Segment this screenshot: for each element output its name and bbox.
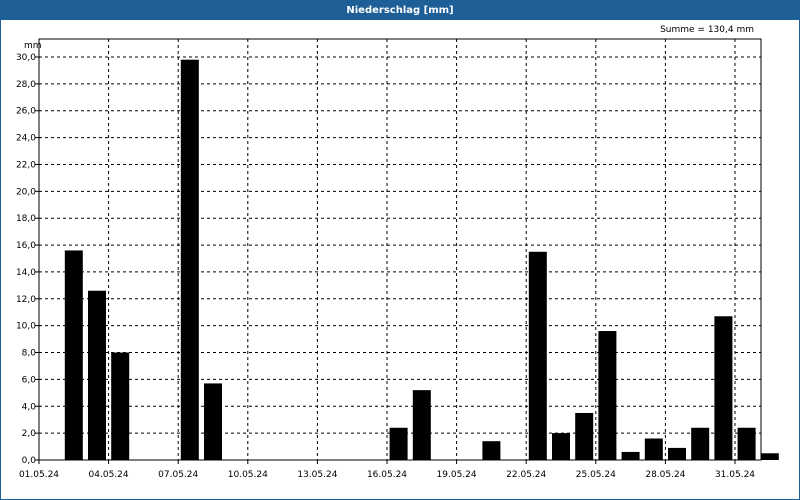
y-tick-label: 4,0 <box>22 402 37 412</box>
x-tick-label: 28.05.24 <box>645 470 685 480</box>
bar-30.05.24 <box>737 427 756 460</box>
x-tick-label: 16.05.24 <box>367 470 407 480</box>
bar-25.05.24 <box>621 451 640 460</box>
bar-28.05.24 <box>691 427 710 460</box>
bar-31.05.24 <box>760 453 779 460</box>
x-tick-label: 19.05.24 <box>437 470 477 480</box>
bar-19.05.24 <box>482 441 501 460</box>
y-tick-label: 22,0 <box>16 160 36 170</box>
y-tick-label: 12,0 <box>16 295 36 305</box>
y-axis: 0,0 2,0 4,0 6,0 8,0 10,0 12,0 14,0 16,0 18,0 20,0 2… <box>16 53 39 466</box>
x-axis: 01.05.24 04.05.24 07.05.24 10.05.24 13.05.24… <box>19 460 755 480</box>
bar-16.05.24 <box>412 390 431 460</box>
bar-21.05.24 <box>528 251 547 460</box>
x-tick-label: 04.05.24 <box>89 470 129 480</box>
y-tick-label: 6,0 <box>22 375 37 385</box>
y-tick-label: 24,0 <box>16 134 36 144</box>
y-tick-label: 28,0 <box>16 80 36 90</box>
y-tick-label: 18,0 <box>16 214 36 224</box>
x-tick-label: 25.05.24 <box>576 470 616 480</box>
y-tick-label: 26,0 <box>16 107 36 117</box>
x-tick-label: 22.05.24 <box>506 470 546 480</box>
bar-23.05.24 <box>575 412 594 460</box>
bar-22.05.24 <box>552 433 570 460</box>
y-tick-label: 14,0 <box>16 268 36 278</box>
bar-03.05.24 <box>111 352 130 460</box>
y-axis-unit-label: mm <box>24 41 42 51</box>
y-tick-label: 2,0 <box>22 429 37 439</box>
precipitation-chart: 0,0 2,0 4,0 6,0 8,0 10,0 12,0 14,0 16,0 18,0 20,0 2… <box>16 38 779 480</box>
y-tick-label: 20,0 <box>16 187 36 197</box>
y-tick-label: 8,0 <box>22 349 37 359</box>
x-tick-label: 13.05.24 <box>297 470 337 480</box>
bar-07.05.24 <box>204 383 222 460</box>
bar-02.05.24 <box>88 290 106 460</box>
x-tick-label: 01.05.24 <box>19 470 59 480</box>
bar-27.05.24 <box>668 447 686 460</box>
bar-15.05.24 <box>389 427 408 460</box>
bar-24.05.24 <box>598 331 617 460</box>
bar-06.05.24 <box>180 59 199 460</box>
bar-29.05.24 <box>714 316 733 460</box>
y-tick-label: 0,0 <box>22 456 37 466</box>
plot-area <box>38 38 762 461</box>
x-tick-label: 10.05.24 <box>228 470 268 480</box>
bar-26.05.24 <box>644 438 663 460</box>
x-tick-label: 31.05.24 <box>715 470 755 480</box>
y-tick-label: 30,0 <box>16 53 36 63</box>
x-tick-label: 07.05.24 <box>158 470 198 480</box>
bar-01.05.24 <box>64 250 83 460</box>
y-tick-label: 10,0 <box>16 322 36 332</box>
y-tick-label: 16,0 <box>16 241 36 251</box>
